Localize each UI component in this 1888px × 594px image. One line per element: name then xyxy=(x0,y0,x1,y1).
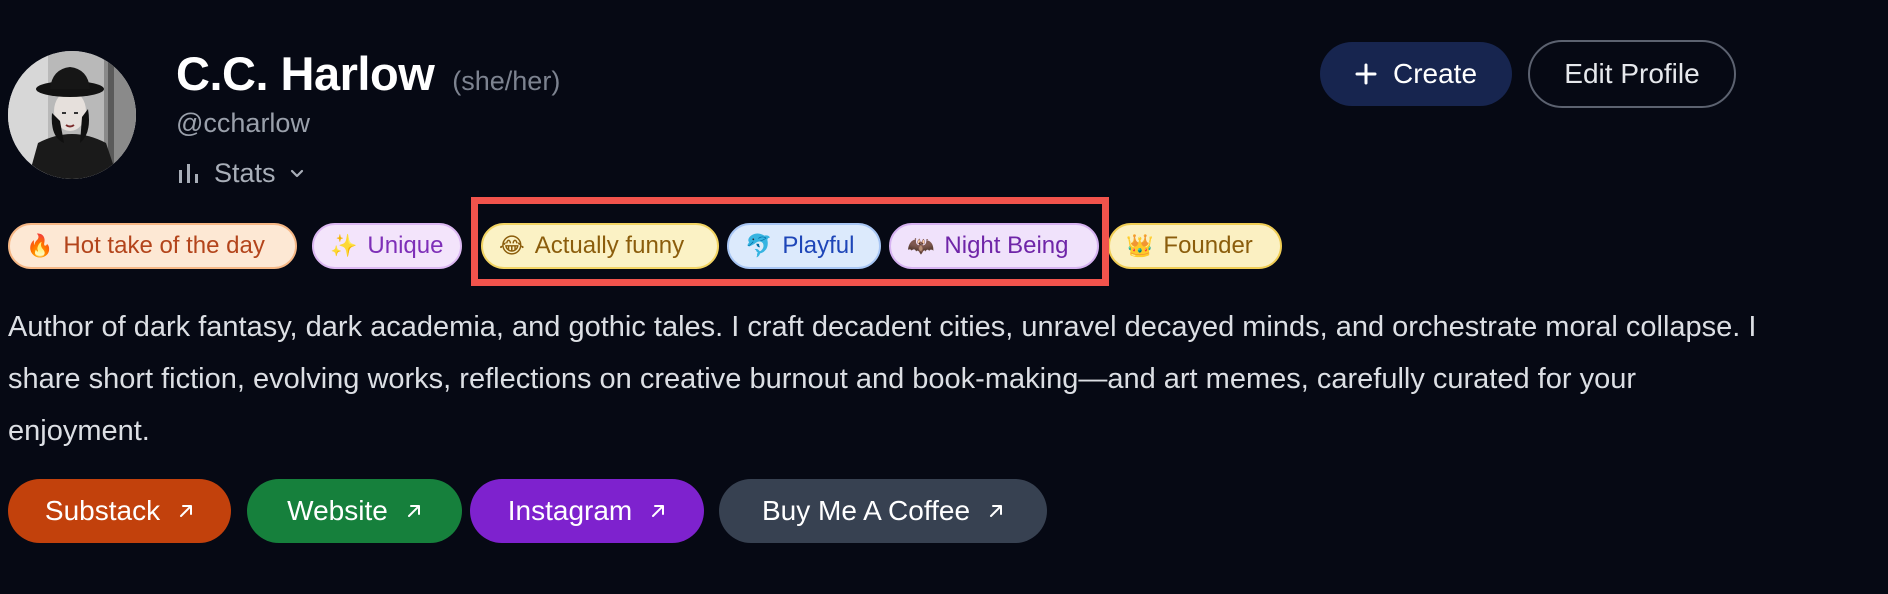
badge-label: Playful xyxy=(782,232,855,259)
badge-label: Founder xyxy=(1163,232,1253,259)
name-row: C.C. Harlow (she/her) xyxy=(176,46,560,101)
badge-label: Actually funny xyxy=(534,232,685,259)
sparkles-icon: ✨ xyxy=(330,233,358,258)
bio-text: Author of dark fantasy, dark academia, a… xyxy=(8,311,1757,447)
buy-me-a-coffee-link-button[interactable]: Buy Me A Coffee xyxy=(719,479,1047,543)
external-arrow-icon xyxy=(650,503,666,519)
fire-icon: 🔥 xyxy=(26,233,54,258)
avatar[interactable] xyxy=(8,51,136,179)
badge-actually-funny[interactable]: 😂 Actually funny xyxy=(481,223,719,269)
external-arrow-icon xyxy=(406,503,422,519)
bar-chart-icon xyxy=(176,160,202,186)
instagram-link-button[interactable]: Instagram xyxy=(470,479,704,543)
link-label: Substack xyxy=(44,495,161,526)
create-button[interactable]: Create xyxy=(1320,42,1512,106)
badge-hot-take[interactable]: 🔥 Hot take of the day xyxy=(8,223,297,269)
laughing-face-icon: 😂 xyxy=(499,233,525,258)
crown-icon: 👑 xyxy=(1126,233,1154,258)
display-name: C.C. Harlow xyxy=(176,47,435,100)
badge-label: Night Being xyxy=(944,232,1069,259)
link-label: Instagram xyxy=(507,495,633,526)
username-handle: @ccharlow xyxy=(176,108,310,138)
stats-dropdown[interactable]: Stats xyxy=(176,155,306,191)
avatar-image xyxy=(8,51,136,179)
badge-playful[interactable]: 🐬 Playful xyxy=(727,223,881,269)
badge-label: Hot take of the day xyxy=(63,232,265,259)
badge-founder[interactable]: 👑 Founder xyxy=(1108,223,1282,269)
link-label: Buy Me A Coffee xyxy=(761,495,971,526)
substack-link-button[interactable]: Substack xyxy=(8,479,231,543)
external-arrow-icon xyxy=(178,503,194,519)
badge-unique[interactable]: ✨ Unique xyxy=(312,223,462,269)
external-arrow-icon xyxy=(988,503,1004,519)
dolphin-icon: 🐬 xyxy=(745,233,773,258)
website-link-button[interactable]: Website xyxy=(247,479,462,543)
pronouns: (she/her) xyxy=(452,66,561,96)
chevron-down-icon xyxy=(288,164,306,182)
profile-header: C.C. Harlow (she/her) @ccharlow Stats Cr… xyxy=(0,0,1888,594)
edit-profile-button[interactable]: Edit Profile xyxy=(1528,40,1736,108)
badge-night-being[interactable]: 🦇 Night Being xyxy=(889,223,1099,269)
plus-icon xyxy=(1355,63,1377,85)
create-button-label: Create xyxy=(1392,58,1478,89)
stats-label: Stats xyxy=(214,157,276,188)
bat-icon: 🦇 xyxy=(907,233,935,258)
badge-label: Unique xyxy=(367,232,444,259)
link-label: Website xyxy=(287,495,388,526)
